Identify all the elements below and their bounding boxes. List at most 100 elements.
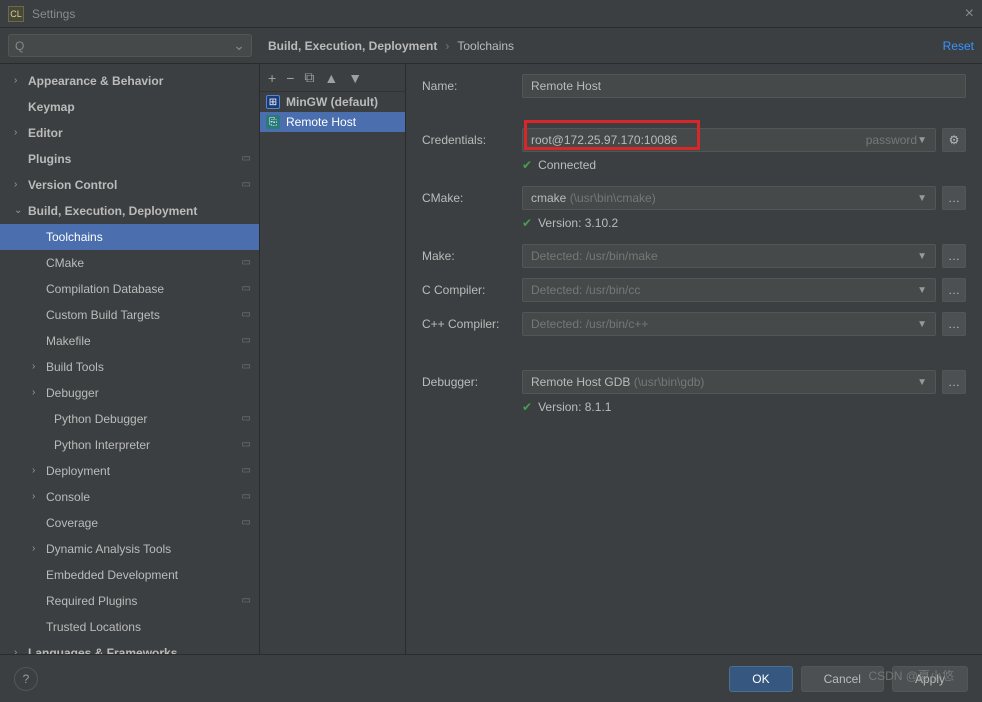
cc-combo[interactable]: Detected: /usr/bin/cc ▼ (522, 278, 936, 302)
project-scope-icon: ▭ (242, 462, 251, 480)
remote-icon: ⎘ (266, 115, 280, 129)
sidebar-item[interactable]: Plugins▭ (0, 146, 259, 172)
chevron-icon: › (32, 358, 46, 376)
sidebar-item-label: Python Interpreter (54, 436, 242, 454)
sidebar-item-label: CMake (46, 254, 242, 272)
chevron-right-icon: › (445, 39, 449, 53)
add-icon[interactable]: + (268, 70, 276, 86)
sidebar-item[interactable]: Trusted Locations (0, 614, 259, 640)
project-scope-icon: ▭ (242, 254, 251, 272)
credentials-combo[interactable]: root@172.25.97.170:10086 password ▼ (522, 128, 936, 152)
copy-icon[interactable]: ⧉ (304, 69, 314, 86)
sidebar-item[interactable]: ›Editor (0, 120, 259, 146)
cxx-combo[interactable]: Detected: /usr/bin/c++ ▼ (522, 312, 936, 336)
sidebar-item-label: Appearance & Behavior (28, 72, 251, 90)
check-icon: ✔ (522, 158, 532, 172)
window-title: Settings (32, 7, 75, 21)
sidebar-item[interactable]: Keymap (0, 94, 259, 120)
sidebar-item[interactable]: ›Languages & Frameworks (0, 640, 259, 654)
search-input[interactable] (26, 39, 233, 53)
app-icon: CL (8, 6, 24, 22)
project-scope-icon: ▭ (242, 592, 251, 610)
project-scope-icon: ▭ (242, 488, 251, 506)
chevron-down-icon: ▼ (917, 251, 927, 262)
cmake-label: CMake: (422, 191, 522, 205)
sidebar-item-label: Editor (28, 124, 251, 142)
toolchain-item-label: MinGW (default) (286, 95, 378, 109)
chevron-icon: › (14, 644, 28, 654)
sidebar-item[interactable]: Toolchains (0, 224, 259, 250)
make-combo[interactable]: Detected: /usr/bin/make ▼ (522, 244, 936, 268)
name-field[interactable] (522, 74, 966, 98)
help-icon[interactable]: ? (14, 667, 38, 691)
search-prefix: Q (15, 39, 24, 53)
cancel-button[interactable]: Cancel (801, 666, 884, 692)
browse-cmake-button[interactable]: … (942, 186, 966, 210)
sidebar-item[interactable]: Embedded Development (0, 562, 259, 588)
up-icon[interactable]: ▲ (324, 70, 338, 86)
toolchain-item[interactable]: ⎘ Remote Host (260, 112, 405, 132)
sidebar-item[interactable]: ›Version Control▭ (0, 172, 259, 198)
project-scope-icon: ▭ (242, 410, 251, 428)
check-icon: ✔ (522, 216, 532, 230)
sidebar-item[interactable]: ›Dynamic Analysis Tools (0, 536, 259, 562)
project-scope-icon: ▭ (242, 514, 251, 532)
debugger-label: Debugger: (422, 375, 522, 389)
sidebar-item[interactable]: Coverage▭ (0, 510, 259, 536)
sidebar-item-label: Keymap (28, 98, 251, 116)
chevron-down-icon: ▼ (917, 319, 927, 330)
sidebar-item[interactable]: Makefile▭ (0, 328, 259, 354)
close-icon[interactable]: × (965, 5, 974, 23)
sidebar-item[interactable]: Required Plugins▭ (0, 588, 259, 614)
sidebar-item[interactable]: ›Debugger (0, 380, 259, 406)
sidebar-item-label: Toolchains (46, 228, 251, 246)
sidebar-item[interactable]: Python Interpreter▭ (0, 432, 259, 458)
browse-cc-button[interactable]: … (942, 278, 966, 302)
browse-cxx-button[interactable]: … (942, 312, 966, 336)
sidebar-item[interactable]: Custom Build Targets▭ (0, 302, 259, 328)
ok-button[interactable]: OK (729, 666, 792, 692)
sidebar-item[interactable]: ⌄Build, Execution, Deployment (0, 198, 259, 224)
apply-button[interactable]: Apply (892, 666, 968, 692)
chevron-icon: › (14, 124, 28, 142)
project-scope-icon: ▭ (242, 306, 251, 324)
sidebar-item-label: Languages & Frameworks (28, 644, 251, 654)
breadcrumb-a[interactable]: Build, Execution, Deployment (268, 39, 437, 53)
sidebar-item-label: Compilation Database (46, 280, 242, 298)
browse-make-button[interactable]: … (942, 244, 966, 268)
gear-icon[interactable]: ⚙ (942, 128, 966, 152)
toolchain-item-label: Remote Host (286, 115, 356, 129)
sidebar-item[interactable]: CMake▭ (0, 250, 259, 276)
sidebar-item[interactable]: ›Appearance & Behavior (0, 68, 259, 94)
search-history-icon[interactable]: ⌄ (233, 37, 245, 54)
chevron-icon: › (32, 384, 46, 402)
chevron-icon: › (14, 176, 28, 194)
search-input-wrap[interactable]: Q ⌄ (8, 34, 252, 57)
chevron-icon: › (32, 462, 46, 480)
cmake-version-status: ✔ Version: 3.10.2 (522, 216, 966, 230)
sidebar-item-label: Debugger (46, 384, 251, 402)
chevron-icon: › (14, 72, 28, 90)
project-scope-icon: ▭ (242, 436, 251, 454)
sidebar-item[interactable]: ›Build Tools▭ (0, 354, 259, 380)
sidebar-item[interactable]: ›Console▭ (0, 484, 259, 510)
reset-link[interactable]: Reset (943, 39, 974, 53)
cc-label: C Compiler: (422, 283, 522, 297)
cmake-combo[interactable]: cmake (\usr\bin\cmake) ▼ (522, 186, 936, 210)
chevron-down-icon: ▼ (917, 285, 927, 296)
browse-debugger-button[interactable]: … (942, 370, 966, 394)
sidebar-item[interactable]: Python Debugger▭ (0, 406, 259, 432)
remove-icon[interactable]: − (286, 70, 294, 86)
sidebar-item-label: Plugins (28, 150, 242, 168)
project-scope-icon: ▭ (242, 176, 251, 194)
sidebar-item-label: Python Debugger (54, 410, 242, 428)
chevron-icon: › (32, 488, 46, 506)
debugger-combo[interactable]: Remote Host GDB (\usr\bin\gdb) ▼ (522, 370, 936, 394)
breadcrumb: Build, Execution, Deployment › Toolchain… (268, 39, 514, 53)
sidebar-item[interactable]: Compilation Database▭ (0, 276, 259, 302)
down-icon[interactable]: ▼ (348, 70, 362, 86)
toolchain-item[interactable]: ⊞MinGW (default) (260, 92, 405, 112)
sidebar-item-label: Makefile (46, 332, 242, 350)
sidebar-item[interactable]: ›Deployment▭ (0, 458, 259, 484)
toolchain-list: ⊞MinGW (default) ⎘ Remote Host (260, 92, 405, 132)
